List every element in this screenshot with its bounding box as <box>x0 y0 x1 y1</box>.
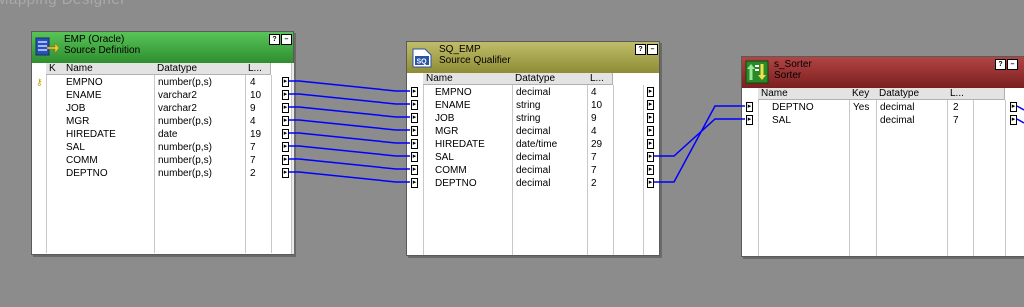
link-line <box>289 171 410 183</box>
link-line <box>289 132 410 144</box>
link-line <box>654 118 745 157</box>
link-line <box>289 145 410 157</box>
link-line <box>289 106 410 118</box>
link-line <box>289 158 410 170</box>
link-line <box>289 80 410 92</box>
port-links <box>289 80 1024 183</box>
link-line <box>1016 118 1024 124</box>
link-line <box>289 93 410 105</box>
link-line <box>654 105 745 183</box>
link-line <box>1016 105 1024 111</box>
link-line <box>289 119 410 131</box>
